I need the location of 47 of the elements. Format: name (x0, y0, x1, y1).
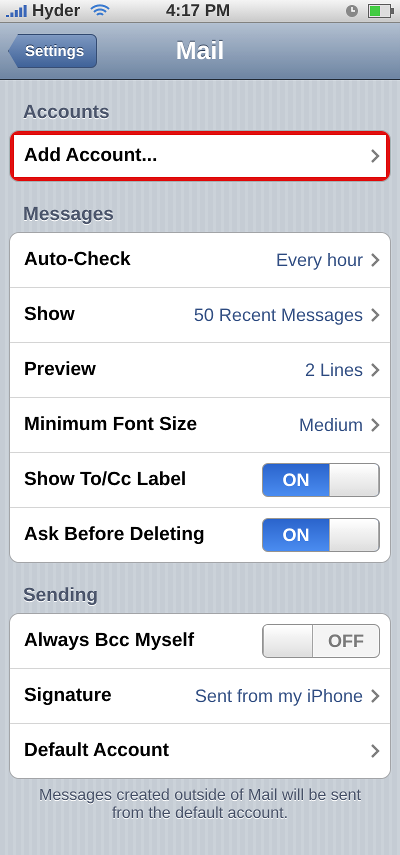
battery-icon (368, 4, 394, 18)
setting-value: Every hour (276, 250, 363, 270)
chevron-icon (371, 149, 380, 163)
setting-value: Medium (298, 414, 363, 436)
settings-row[interactable]: Always Bcc Myself OFF (10, 614, 390, 668)
toggle-switch[interactable]: ON (262, 463, 380, 497)
settings-row[interactable]: Auto-Check Every hour (10, 233, 390, 287)
setting-label: Show (24, 304, 76, 326)
chevron-icon (371, 744, 380, 758)
status-time: 4:17 PM (164, 1, 232, 21)
settings-row[interactable]: Show To/Cc Label ON (10, 452, 390, 507)
chevron-icon (371, 418, 380, 432)
chevron-icon (371, 689, 380, 703)
setting-label: Ask Before Deleting (24, 524, 206, 546)
settings-row[interactable]: Default Account (10, 723, 390, 778)
chevron-icon (371, 253, 380, 267)
setting-value: 50 Recent Messages (194, 304, 363, 326)
setting-label: Minimum Font Size (24, 414, 198, 436)
setting-label: Add Account... (24, 145, 158, 167)
screen-title: Mail (176, 36, 224, 66)
setting-label: Always Bcc Myself (24, 630, 196, 652)
setting-value: Sent from my iPhone (194, 686, 363, 706)
setting-label: Default Account (24, 740, 170, 762)
settings-row[interactable]: Preview 2 Lines (10, 342, 390, 397)
settings-row[interactable]: Minimum Font Size Medium (10, 397, 390, 452)
section-header: Messages (22, 203, 115, 227)
toggle-switch[interactable]: OFF (262, 624, 380, 658)
signal-icon (6, 5, 28, 17)
settings-row[interactable]: Add Account... (10, 131, 390, 181)
setting-label: Signature (24, 685, 113, 707)
section-footer: Messages created outside of Mail will be sent from the default account. (9, 779, 391, 831)
settings-row[interactable]: Ask Before Deleting ON (10, 507, 390, 562)
chevron-icon (371, 363, 380, 377)
toggle-switch[interactable]: ON (262, 518, 380, 552)
back-button[interactable]: Settings (8, 34, 98, 68)
chevron-icon (371, 308, 380, 322)
wifi-icon (90, 4, 110, 18)
setting-label: Auto-Check (24, 249, 132, 271)
clock-icon (346, 5, 358, 17)
section-header: Sending (22, 584, 99, 608)
settings-row[interactable]: Signature Sent from my iPhone (10, 668, 390, 723)
setting-label: Show To/Cc Label (24, 469, 188, 491)
setting-value: 2 Lines (304, 360, 363, 380)
setting-label: Preview (24, 359, 97, 381)
section-header: Accounts (22, 101, 111, 125)
settings-row[interactable]: Show 50 Recent Messages (10, 287, 390, 342)
carrier-name: Hyder (32, 1, 80, 21)
